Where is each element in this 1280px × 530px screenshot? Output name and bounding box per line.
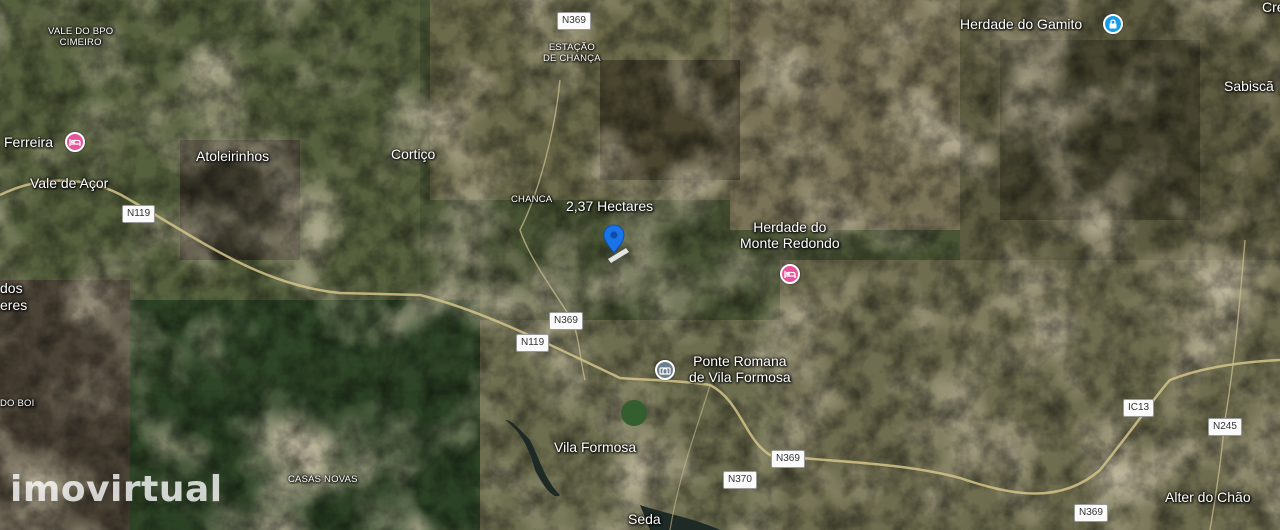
place-vila-formosa[interactable]: Vila Formosa: [554, 440, 636, 454]
road-shield-n370: N370: [723, 471, 757, 489]
place-vale-do-bpo-cimeiro: VALE DO BPO CIMEIRO: [48, 26, 114, 48]
satellite-terrain: [0, 0, 1280, 530]
place-eres[interactable]: eres: [0, 298, 27, 312]
place-estacao-de-chanca: ESTAÇÃO DE CHANÇA: [543, 42, 601, 64]
location-pin-icon[interactable]: [603, 224, 625, 254]
place-sabisca[interactable]: Sabiscã: [1224, 79, 1274, 93]
hotel-icon[interactable]: [65, 132, 85, 152]
lock-icon[interactable]: [1103, 14, 1123, 34]
place-do-boi: DO BOI: [0, 398, 35, 409]
place-chanca: CHANCA: [511, 194, 553, 205]
place-vale-de-acor[interactable]: Vale de Açor: [30, 176, 108, 190]
place-dos[interactable]: dos: [0, 281, 23, 295]
place-ferreira[interactable]: Ferreira: [4, 135, 53, 149]
place-ponte-romana[interactable]: Ponte Romana de Vila Formosa: [689, 353, 791, 385]
hotel-icon[interactable]: [780, 264, 800, 284]
road-shield-n369: N369: [549, 312, 583, 330]
place-alter-do-chao[interactable]: Alter do Chão: [1165, 490, 1251, 504]
place-atoleirinhos[interactable]: Atoleirinhos: [196, 149, 269, 163]
road-shield-n369: N369: [557, 12, 591, 30]
road-shield-n119: N119: [516, 334, 550, 352]
road-shield-n369: N369: [1074, 504, 1108, 522]
landmark-icon[interactable]: [655, 360, 675, 380]
property-area-label[interactable]: 2,37 Hectares: [566, 199, 653, 213]
place-herdade-do-monte-redondo[interactable]: Herdade do Monte Redondo: [740, 219, 840, 251]
place-herdade-do-gamito[interactable]: Herdade do Gamito: [960, 17, 1082, 31]
road-shield-n119: N119: [122, 205, 156, 223]
imovirtual-watermark: imovirtual: [10, 469, 223, 510]
satellite-map[interactable]: VALE DO BPO CIMEIRO ESTAÇÃO DE CHANÇA Fe…: [0, 0, 1280, 530]
place-casas-novas: CASAS NOVAS: [288, 474, 358, 485]
place-cre[interactable]: Cre: [1262, 0, 1280, 14]
road-shield-ic13: IC13: [1123, 399, 1155, 417]
place-cortico[interactable]: Cortiço: [391, 147, 435, 161]
road-shield-n369: N369: [771, 450, 805, 468]
place-seda[interactable]: Seda: [628, 512, 661, 526]
road-shield-n245: N245: [1208, 418, 1242, 436]
